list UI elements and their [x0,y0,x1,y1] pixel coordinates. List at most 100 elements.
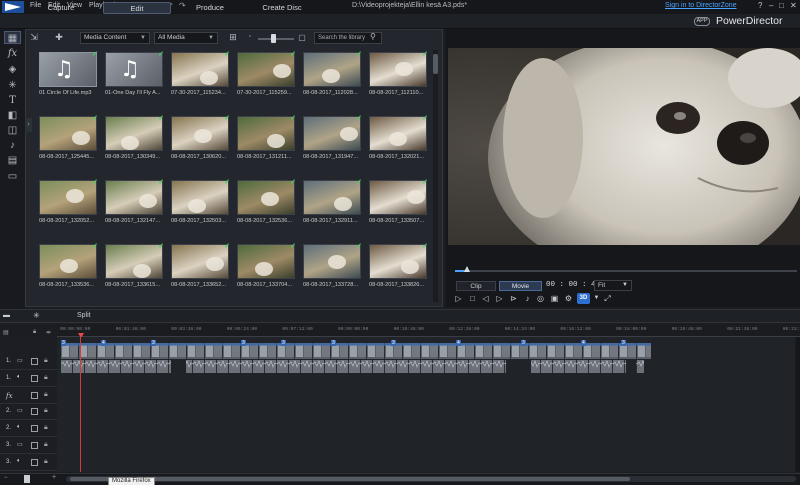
audio-mixing-icon[interactable]: ◫ [4,124,21,137]
track-enable-checkbox[interactable] [31,425,38,433]
track-enable-checkbox[interactable] [31,374,38,382]
track-lock-icon[interactable]: 🔒︎ [44,374,48,382]
library-item[interactable]: ✓ 08-08-2017_132052... [39,179,101,232]
tools-icon[interactable]: ✳ [33,311,40,320]
library-item[interactable]: ✓ 08-08-2017_130620... [171,115,233,168]
tab-capture[interactable]: Capture [35,2,87,14]
particle-room-icon[interactable]: ✳ [4,79,21,92]
clip-mode-tab[interactable]: Clip [456,281,496,291]
media-room-icon[interactable]: ▦ [4,31,21,44]
movie-mode-tab[interactable]: Movie [499,281,542,291]
help-button[interactable]: ? [758,1,762,10]
library-item[interactable]: ✓ 08-08-2017_133652... [171,243,233,296]
track-header-audio[interactable]: 2. 🔈︎ 🔒︎ [0,421,57,438]
3d-options-icon[interactable]: ▼ [591,293,602,304]
app-badge[interactable]: APP [694,17,710,26]
tab-edit[interactable]: Edit [103,2,171,14]
track-header-audio[interactable]: 3. 🔈︎ 🔒︎ [0,455,57,471]
library-item[interactable]: ✓ 08-08-2017_132911... [303,179,365,232]
library-item[interactable]: ✓ 08-08-2017_132503... [171,179,233,232]
library-item[interactable]: ✓ 08-08-2017_132021... [369,115,431,168]
previous-frame-icon[interactable]: ◁ [480,293,491,304]
redo-icon[interactable]: ↷ [179,1,186,10]
import-media-icon[interactable]: ⇲ [27,31,41,44]
pip-objects-icon[interactable]: ◈ [4,63,21,76]
tab-create-disc[interactable]: Create Disc [253,2,311,14]
undock-preview-icon[interactable]: ▣ [549,293,560,304]
minimize-button[interactable]: – [769,1,773,10]
plugins-icon[interactable]: ✚ [52,31,66,44]
library-item[interactable]: ✓ 08-08-2017_131947... [303,115,365,168]
zoom-in-thumbnails-icon[interactable]: ▢ [295,31,309,44]
zoom-fit-select[interactable]: Fit ▼ [594,280,632,291]
library-scrollbar[interactable] [433,50,438,302]
video-thumbnail[interactable] [39,180,97,215]
library-item[interactable]: ✓ 08-08-2017_133507... [369,179,431,232]
signin-directorzone-link[interactable]: Sign in to DirectorZone [665,2,737,9]
track-header-video[interactable]: 2. ▭ 🔒︎ [0,404,57,421]
library-scrollbar-thumb[interactable] [433,54,438,74]
video-thumbnail[interactable] [39,116,97,151]
timeline-view-icon[interactable]: ▬ [3,312,10,319]
effect-room-icon[interactable]: fx [4,47,21,60]
content-filter-select[interactable]: Media Content ▼ [80,32,150,44]
track-lock-icon[interactable]: 🔒︎ [44,458,48,466]
thumbnail-size-knob[interactable] [271,34,276,43]
video-thumbnail[interactable] [171,116,229,151]
close-button[interactable]: ✕ [790,1,797,10]
video-thumbnail[interactable] [39,244,97,279]
track-lock-icon[interactable]: 🔒︎ [44,407,48,415]
library-item[interactable]: ♫ ✓ 01 Circle Of Life.mp3 [39,51,101,104]
voice-over-icon[interactable]: ♪ [4,139,21,152]
track-header-video[interactable]: 3. ▭ 🔒︎ [0,438,57,454]
video-thumbnail[interactable] [303,180,361,215]
library-item[interactable]: ✓ 08-08-2017_112028... [303,51,365,104]
subtitle-room-icon[interactable]: ▭ [4,170,21,183]
video-thumbnail[interactable] [237,244,295,279]
view-grid-icon[interactable]: ⊞ [226,31,240,44]
track-enable-checkbox[interactable] [31,458,38,466]
video-thumbnail[interactable] [171,244,229,279]
library-item[interactable]: ✓ 08-08-2017_132147... [105,179,167,232]
next-frame-icon[interactable]: ▷ [494,293,505,304]
video-thumbnail[interactable] [303,244,361,279]
video-thumbnail[interactable] [369,52,427,87]
preview-scrub-bar[interactable] [455,270,797,272]
track-height-icon[interactable]: ⇹ [46,329,51,336]
library-item[interactable]: ✓ 08-08-2017_133704... [237,243,299,296]
lock-all-icon[interactable]: 🔒︎ [33,329,36,336]
preview-scrub-handle[interactable] [464,266,470,272]
track-enable-checkbox[interactable] [31,358,38,365]
track-lock-icon[interactable]: 🔒︎ [44,357,48,365]
preview-quality-icon[interactable]: ⚙ [563,293,574,304]
tab-produce[interactable]: Produce [186,2,234,14]
thumbnail-size-slider[interactable] [258,38,294,40]
zoom-in-timeline-icon[interactable]: + [52,474,56,481]
chapter-room-icon[interactable]: ▤ [4,154,21,167]
library-item[interactable]: ✓ 08-08-2017_131211... [237,115,299,168]
track-manager-icon[interactable]: ▤ [3,329,9,336]
track-enable-checkbox[interactable] [31,442,38,449]
track-header-video[interactable]: 1. ▭ 🔒︎ [0,354,57,370]
fast-forward-icon[interactable]: ⊳ [508,293,519,304]
video-thumbnail[interactable] [369,116,427,151]
collapse-panel-icon[interactable]: › [25,118,32,132]
library-item[interactable]: ♫ ✓ 01-One Day I'll Fly A... [105,51,167,104]
library-item[interactable]: ✓ 07-30-2017_115259... [237,51,299,104]
split-button[interactable]: Split [77,312,91,319]
timeline-vertical-scrollbar[interactable] [796,337,800,472]
video-thumbnail[interactable] [105,180,163,215]
timeline-clips[interactable] [61,343,651,389]
track-lock-icon[interactable]: 🔒︎ [44,424,48,432]
video-thumbnail[interactable] [369,180,427,215]
search-icon[interactable]: ⚲ [370,32,376,41]
snapshot-icon[interactable]: ◎ [535,293,546,304]
library-item[interactable]: ✓ 08-08-2017_130349... [105,115,167,168]
library-item[interactable]: ✓ 07-30-2017_115234... [171,51,233,104]
3d-mode-button[interactable]: 3D [577,293,590,304]
video-thumbnail[interactable] [369,244,427,279]
timeline-zoom-knob[interactable] [24,475,30,483]
transition-room-icon[interactable]: ◧ [4,109,21,122]
volume-icon[interactable]: ♪ [522,293,533,304]
library-item[interactable]: ✓ 08-08-2017_125445... [39,115,101,168]
